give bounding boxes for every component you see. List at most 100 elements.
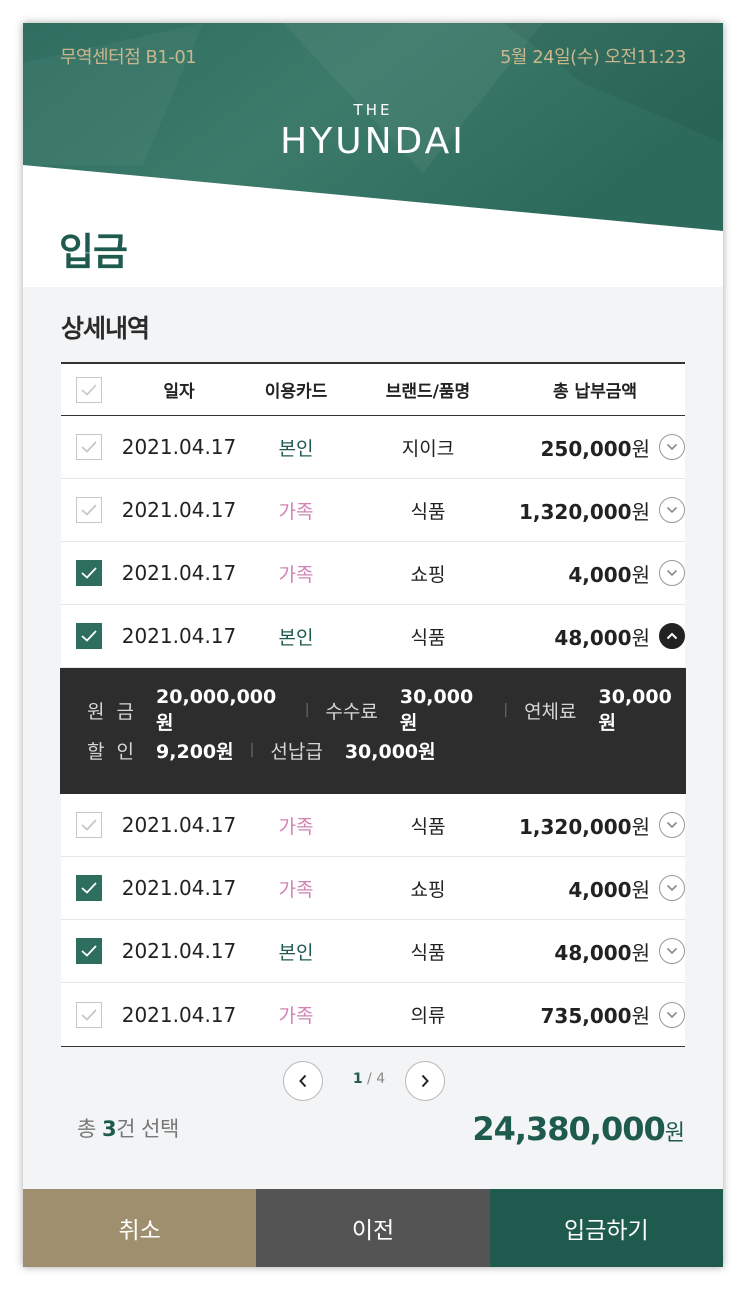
row-checkbox[interactable] [76,812,102,838]
pagination: 1 / 4 [23,1061,723,1101]
table-row[interactable]: 2021.04.17 가족 식품 1,320,000원 [61,794,685,857]
row-date: 2021.04.17 [121,813,237,837]
prev-button[interactable]: 이전 [256,1189,490,1267]
chevron-down-icon [666,506,678,514]
row-expand-toggle[interactable] [659,497,685,523]
row-checkbox[interactable] [76,938,102,964]
row-amount: 735,000원 [540,1004,651,1028]
row-checkbox[interactable] [76,497,102,523]
table-row[interactable]: 2021.04.17 가족 쇼핑 4,000원 [61,857,685,920]
row-card: 본인 [278,626,314,649]
chevron-down-icon [666,443,678,451]
prev-page-button[interactable] [283,1061,323,1101]
check-icon [81,504,97,516]
row-date: 2021.04.17 [121,435,237,459]
row-checkbox[interactable] [76,623,102,649]
row-brand: 식품 [410,941,446,964]
total-pages: 4 [376,1071,386,1087]
row-date: 2021.04.17 [121,498,237,522]
row-amount: 48,000원 [554,940,650,965]
header: 무역센터점 B1-01 5월 24일(수) 오전11:23 THE HYUNDA… [23,23,723,287]
row-expand-toggle[interactable] [659,875,685,901]
check-icon [81,630,97,642]
select-all-checkbox[interactable] [76,376,102,403]
row-amount: 1,320,000원 [518,499,650,524]
row-expand-toggle[interactable] [659,812,685,838]
table-row[interactable]: 2021.04.17 가족 식품 1,320,000원 [61,479,685,542]
current-page: 1 [352,1071,363,1087]
row-card: 가족 [278,1005,314,1027]
page-separator: / [367,1071,372,1087]
row-card: 본인 [278,941,314,964]
detail-label: 수수료 [325,700,378,723]
column-header-card: 이용카드 [264,382,328,402]
next-page-button[interactable] [405,1061,445,1101]
table-row[interactable]: 2021.04.17 본인 지이크 250,000원 [61,416,685,479]
row-date: 2021.04.17 [121,1002,237,1027]
chevron-down-icon [666,1011,678,1018]
column-header-amount: 총 납부금액 [552,382,638,402]
selected-count: 총 3건 선택 [77,1117,179,1141]
row-date: 2021.04.17 [121,624,237,648]
check-icon [81,945,97,957]
check-icon [81,882,97,894]
row-expand-toggle[interactable] [659,623,685,649]
table-row[interactable]: 2021.04.17 가족 쇼핑 4,000원 [61,542,685,605]
detail-value: 20,000,000원 [156,685,277,734]
check-icon [81,819,97,831]
check-icon [81,383,97,396]
detail-separator: | [249,742,255,758]
row-checkbox[interactable] [76,875,102,901]
chevron-up-icon [666,632,678,640]
detail-line: 원 금 20,000,000원 | 수수료 30,000원 | 연체료 30,000원 [87,686,686,734]
chevron-right-icon [421,1074,429,1088]
row-card: 가족 [278,878,314,901]
cancel-button[interactable]: 취소 [23,1189,257,1267]
row-date: 2021.04.17 [121,939,237,963]
table-row[interactable]: 2021.04.17 본인 식품 48,000원 [61,605,685,668]
row-card: 가족 [278,563,314,586]
selection-summary: 총 3건 선택 24,380,000원 [23,1110,723,1160]
row-expand-toggle[interactable] [659,1001,685,1028]
detail-label: 선납급 [270,740,323,763]
row-checkbox[interactable] [76,1001,102,1028]
chevron-down-icon [666,569,678,577]
table-row[interactable]: 2021.04.17 가족 의류 735,000원 [61,983,685,1046]
page-indicator: 1 / 4 [333,1071,405,1087]
detail-separator: | [503,702,509,718]
row-brand: 지이크 [401,437,455,460]
logo-the: THE [353,101,393,119]
detail-line: 할 인 9,200원 | 선납급 30,000원 [87,730,686,770]
table-row[interactable]: 2021.04.17 본인 식품 48,000원 [61,920,685,983]
check-icon [81,441,97,453]
row-card: 가족 [278,815,314,838]
deposit-button[interactable]: 입금하기 [489,1189,723,1267]
selected-count-number: 3 [102,1117,117,1141]
row-expand-toggle[interactable] [659,434,685,460]
row-expand-toggle[interactable] [659,560,685,586]
row-card: 본인 [278,437,314,460]
chevron-down-icon [666,821,678,829]
row-checkbox[interactable] [76,434,102,460]
selected-total: 24,380,000원 [472,1110,685,1148]
row-amount: 250,000원 [540,436,651,461]
row-expand-toggle[interactable] [659,938,685,964]
table-header: 일자 이용카드 브랜드/품명 총 납부금액 [61,364,685,416]
selected-total-amount: 24,380,000 [472,1110,665,1148]
row-brand: 식품 [410,626,446,649]
row-brand: 쇼핑 [410,563,446,586]
check-icon [81,567,97,579]
row-checkbox[interactable] [76,560,102,586]
row-amount: 1,320,000원 [518,814,650,839]
row-date: 2021.04.17 [121,876,237,900]
column-header-date: 일자 [163,382,195,402]
row-brand: 쇼핑 [410,878,446,901]
datetime: 5월 24일(수) 오전11:23 [499,47,687,68]
row-brand: 식품 [410,500,446,523]
store-location: 무역센터점 B1-01 [60,47,197,68]
chevron-down-icon [666,884,678,892]
row-amount: 4,000원 [568,877,650,902]
row-detail-panel: 원 금 20,000,000원 | 수수료 30,000원 | 연체료 30,000원 할 인9… [60,668,686,794]
detail-value: 30,000원 [399,685,474,734]
detail-value: 9,200원 [156,740,234,763]
